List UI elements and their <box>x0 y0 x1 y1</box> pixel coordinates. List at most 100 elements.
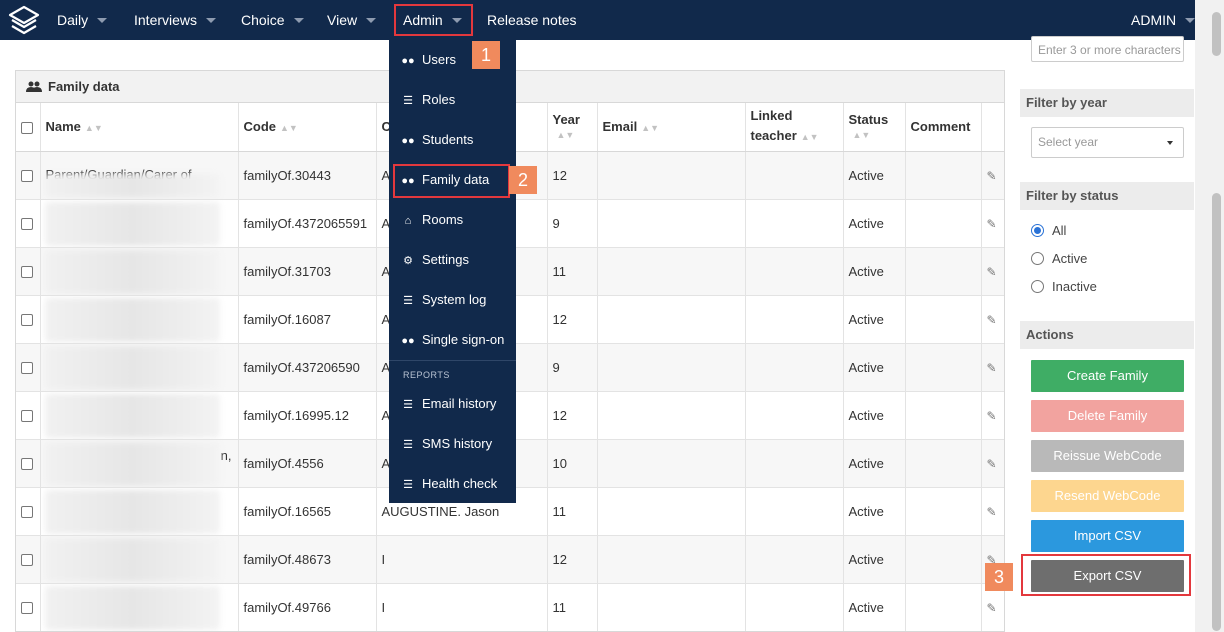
edit-icon[interactable]: ✎ <box>987 361 997 375</box>
table-row[interactable]: familyOf.48673 I 12 Active ✎ <box>16 535 1004 584</box>
home-icon: ⌂ <box>404 215 412 227</box>
code-cell: familyOf.48673 <box>238 535 377 584</box>
menu-item-settings[interactable]: ⚙ Settings <box>389 240 516 280</box>
row-checkbox[interactable] <box>21 170 33 183</box>
name-cell <box>40 343 239 392</box>
row-checkbox[interactable] <box>21 506 33 519</box>
col-email[interactable]: Email ▲▼ <box>597 103 746 152</box>
row-checkbox[interactable] <box>21 266 33 279</box>
linked-teacher-cell <box>745 487 844 536</box>
nav-view[interactable]: View <box>327 0 377 40</box>
top-navbar: Daily Interviews Choice View Admin Relea… <box>0 0 1224 40</box>
email-cell <box>597 439 746 488</box>
actions-title: Actions <box>1020 321 1194 349</box>
status-cell: Active <box>843 151 906 200</box>
user-menu[interactable]: ADMIN <box>1131 0 1196 40</box>
menu-item-system-log-label: System log <box>422 292 487 307</box>
redacted-name <box>44 249 220 294</box>
col-year[interactable]: Year ▲▼ <box>547 103 598 152</box>
menu-item-sms-history[interactable]: ☰ SMS history <box>389 424 516 464</box>
chevron-down-icon <box>293 17 304 23</box>
nav-release-notes[interactable]: Release notes <box>487 0 577 40</box>
delete-family-button[interactable]: Delete Family <box>1031 400 1184 432</box>
row-checkbox[interactable] <box>21 218 33 231</box>
import-csv-button[interactable]: Import CSV <box>1031 520 1184 552</box>
col-comment: Comment <box>905 103 982 152</box>
select-all-checkbox[interactable] <box>21 121 33 134</box>
edit-icon[interactable]: ✎ <box>987 457 997 471</box>
code-cell: familyOf.4372065591 <box>238 199 377 248</box>
export-csv-highlight-box <box>1021 554 1191 596</box>
edit-icon[interactable]: ✎ <box>987 505 997 519</box>
menu-item-users-label: Users <box>422 52 456 67</box>
menu-item-single-sign-on-label: Single sign-on <box>422 332 505 347</box>
row-select-cell <box>16 439 41 488</box>
col-code[interactable]: Code ▲▼ <box>238 103 377 152</box>
edit-cell: ✎ <box>981 391 1004 440</box>
redacted-name <box>44 345 220 390</box>
year-select[interactable]: Select year <box>1031 127 1184 158</box>
menu-item-health-check[interactable]: ☰ Health check <box>389 464 516 504</box>
row-checkbox[interactable] <box>21 458 33 471</box>
row-checkbox[interactable] <box>21 314 33 327</box>
status-option-active[interactable]: Active <box>1031 250 1087 268</box>
resend-webcode-button[interactable]: Resend WebCode <box>1031 480 1184 512</box>
edit-icon[interactable]: ✎ <box>987 409 997 423</box>
row-checkbox[interactable] <box>21 554 33 567</box>
linked-teacher-cell <box>745 391 844 440</box>
menu-item-single-sign-on[interactable]: ●● Single sign-on <box>389 320 516 360</box>
col-status[interactable]: Status ▲▼ <box>843 103 906 152</box>
menu-item-rooms[interactable]: ⌂ Rooms <box>389 200 516 240</box>
redacted-name <box>44 201 220 246</box>
email-cell <box>597 247 746 296</box>
year-cell: 9 <box>547 199 598 248</box>
nav-daily[interactable]: Daily <box>57 0 108 40</box>
edit-icon[interactable]: ✎ <box>987 169 997 183</box>
nav-interviews[interactable]: Interviews <box>134 0 217 40</box>
reissue-webcode-button[interactable]: Reissue WebCode <box>1031 440 1184 472</box>
table-row[interactable]: familyOf.49766 I 11 Active ✎ <box>16 583 1004 631</box>
nav-interviews-label: Interviews <box>134 12 198 28</box>
redacted-name <box>44 489 220 534</box>
edit-icon[interactable]: ✎ <box>987 601 997 615</box>
list-icon: ☰ <box>403 479 413 491</box>
row-select-cell <box>16 247 41 296</box>
sidebar-scroll-thumb[interactable] <box>1212 12 1221 56</box>
menu-item-students[interactable]: ●● Students <box>389 120 516 160</box>
nav-choice[interactable]: Choice <box>241 0 304 40</box>
list-icon: ☰ <box>403 95 413 107</box>
row-checkbox[interactable] <box>21 602 33 615</box>
year-cell: 12 <box>547 391 598 440</box>
admin-dropdown-menu: ●● Users ☰ Roles ●● Students ●● Family data … <box>389 40 516 503</box>
create-family-button[interactable]: Create Family <box>1031 360 1184 392</box>
status-option-inactive[interactable]: Inactive <box>1031 278 1097 296</box>
edit-icon[interactable]: ✎ <box>987 313 997 327</box>
email-cell <box>597 343 746 392</box>
family-data-highlight-box <box>393 164 510 198</box>
col-linked-teacher[interactable]: Linked teacher ▲▼ <box>745 103 844 152</box>
code-cell: familyOf.4556 <box>238 439 377 488</box>
radio-active[interactable] <box>1031 252 1044 266</box>
student-cell: I <box>376 535 548 584</box>
col-name[interactable]: Name ▲▼ <box>40 103 239 152</box>
nav-daily-label: Daily <box>57 12 89 28</box>
sort-icon: ▲▼ <box>556 130 575 141</box>
page-scroll-thumb[interactable] <box>1212 193 1221 631</box>
status-option-active-label: Active <box>1052 251 1088 266</box>
edit-icon[interactable]: ✎ <box>987 265 997 279</box>
radio-inactive[interactable] <box>1031 280 1044 294</box>
menu-item-email-history[interactable]: ☰ Email history <box>389 384 516 424</box>
col-edit <box>981 103 1004 152</box>
list-icon: ☰ <box>403 439 413 451</box>
search-input[interactable]: Enter 3 or more characters <box>1031 36 1184 62</box>
menu-item-system-log[interactable]: ☰ System log <box>389 280 516 320</box>
col-email-label: Email <box>602 119 638 135</box>
row-checkbox[interactable] <box>21 410 33 423</box>
edit-icon[interactable]: ✎ <box>987 217 997 231</box>
radio-all[interactable] <box>1031 224 1044 238</box>
app-logo-icon[interactable] <box>8 5 40 37</box>
menu-item-roles[interactable]: ☰ Roles <box>389 80 516 120</box>
email-cell <box>597 151 746 200</box>
status-option-all[interactable]: All <box>1031 222 1066 240</box>
row-checkbox[interactable] <box>21 362 33 375</box>
